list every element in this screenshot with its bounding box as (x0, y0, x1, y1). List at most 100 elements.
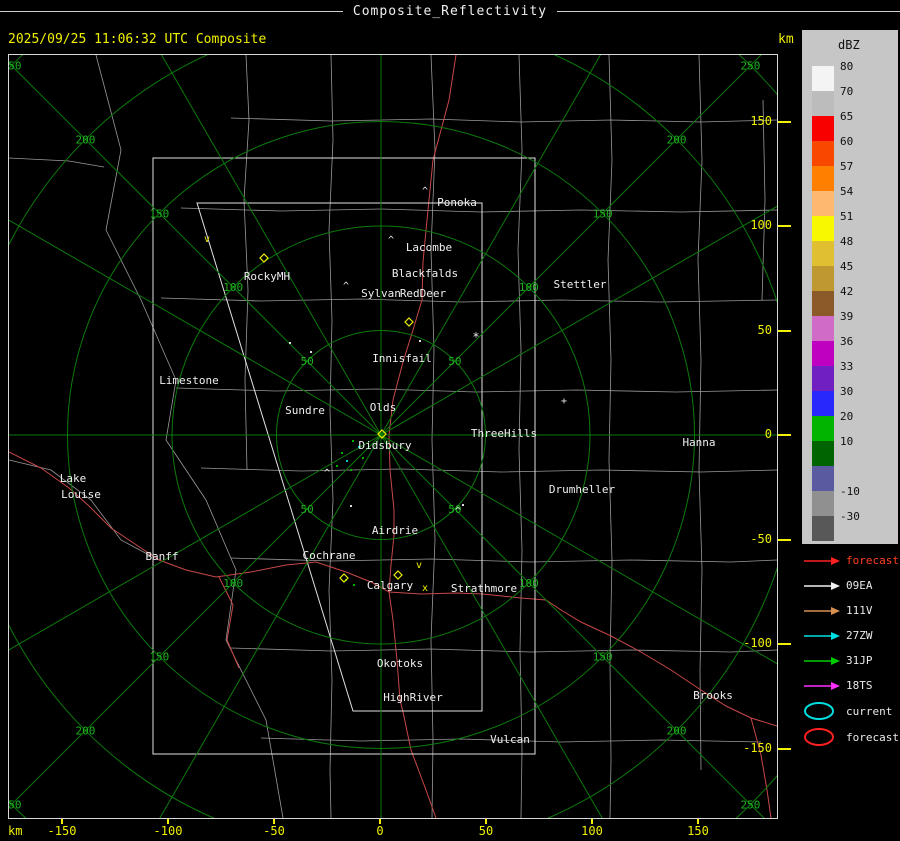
city-label: Olds (370, 401, 397, 414)
echo-pixel (341, 452, 343, 454)
bottom-axis-tick-label: 100 (567, 824, 617, 838)
colorbar-row: 10 (802, 441, 898, 466)
ring-distance-label: 250 (741, 60, 761, 73)
timestamp-label: 2025/09/25 11:06:32 UTC Composite (8, 32, 266, 47)
track-arrow-icon (802, 580, 842, 592)
colorbar-swatch (812, 191, 834, 216)
colorbar-swatch (812, 291, 834, 316)
bottom-axis-tick-label: -150 (37, 824, 87, 838)
caret-marker-icon: ^ (388, 235, 394, 246)
track-arrow-icon (802, 680, 842, 692)
echo-pixel (336, 465, 338, 467)
ring-distance-label: 100 (519, 281, 539, 294)
vee-marker-icon: v (204, 234, 210, 245)
city-label: Ponoka (437, 196, 477, 209)
colorbar-swatch (812, 166, 834, 191)
station-dot-icon (310, 351, 312, 353)
right-axis-tick (778, 434, 791, 436)
city-label: Okotoks (377, 657, 423, 670)
caret-marker-icon: ^ (343, 281, 349, 292)
city-label: Brooks (693, 689, 733, 702)
city-label: Strathmore (451, 582, 517, 595)
legend-label: 111V (846, 604, 873, 617)
colorbar-value-label: 51 (840, 210, 853, 223)
colorbar-swatch (812, 516, 834, 541)
colorbar-swatch (812, 316, 834, 341)
legend-item: 09EA (802, 573, 900, 598)
legend-label: forecast (846, 554, 899, 567)
title-rule-left (0, 11, 343, 12)
right-axis-tick-label: 50 (700, 323, 772, 337)
colorbar-value-label: 45 (840, 260, 853, 273)
ring-distance-label: 150 (149, 651, 169, 664)
city-label: Innisfail (372, 352, 432, 365)
legend-label: forecast (846, 731, 899, 744)
legend-label: 18TS (846, 679, 873, 692)
ring-distance-label: 100 (223, 577, 243, 590)
storm-ellipse-icon (802, 726, 842, 748)
page-title: Composite_Reflectivity (353, 4, 547, 19)
colorbar-panel: dBZ 80706560575451484542393633302010-10-… (802, 30, 898, 544)
colorbar-value-label: 80 (840, 60, 853, 73)
colorbar-swatch (812, 366, 834, 391)
right-axis-tick-label: -50 (700, 532, 772, 546)
ring-distance-label: 150 (593, 651, 613, 664)
colorbar-value-label: 48 (840, 235, 853, 248)
colorbar-value-label: 33 (840, 360, 853, 373)
city-label: RockyMH (244, 270, 290, 283)
right-axis-unit: km (778, 32, 794, 47)
ring-distance-label: 100 (223, 281, 243, 294)
right-axis-tick-label: -100 (700, 636, 772, 650)
bottom-axis-tick-label: -50 (249, 824, 299, 838)
colorbar-swatch (812, 491, 834, 516)
city-label: Didsbury (359, 439, 412, 452)
right-axis-tick (778, 748, 791, 750)
city-label: Cochrane (303, 549, 356, 562)
ring-distance-label: 200 (667, 725, 687, 738)
radar-map[interactable]: 5050505010010010010015015015015020020020… (8, 54, 778, 819)
city-label: Sylvan (361, 287, 401, 300)
colorbar-swatch (812, 341, 834, 366)
city-label: Lacombe (406, 241, 452, 254)
right-axis-tick (778, 330, 791, 332)
legend-label: 31JP (846, 654, 873, 667)
colorbar-value-label: 10 (840, 435, 853, 448)
legend-item: forecast (802, 548, 900, 573)
ring-distance-label: 50 (300, 355, 313, 368)
colorbar-swatch (812, 241, 834, 266)
diamond-marker-icon (394, 571, 402, 579)
caret-marker-icon: ^ (422, 186, 428, 197)
right-axis-tick (778, 643, 791, 645)
echo-pixel (362, 457, 364, 459)
ring-distance-label: 50 (448, 355, 461, 368)
legend-label: current (846, 705, 892, 718)
bottom-axis-tick-label: 150 (673, 824, 723, 838)
legend-item: forecast (802, 724, 900, 750)
city-label: Drumheller (549, 483, 616, 496)
city-label: ThreeHills (471, 427, 537, 440)
colorbar-value-label: 36 (840, 335, 853, 348)
city-label: Vulcan (490, 733, 530, 746)
colorbar-value-label: 20 (840, 410, 853, 423)
city-label: Lake (60, 472, 87, 485)
ring-distance-label: 150 (149, 207, 169, 220)
city-label: Louise (61, 488, 101, 501)
ring-distance-label: 100 (519, 577, 539, 590)
bottom-axis-tick-label: -100 (143, 824, 193, 838)
ring-distance-label: 250 (9, 798, 21, 811)
caret-marker-icon: ^ (324, 468, 330, 479)
city-label: HighRiver (383, 691, 443, 704)
caret-marker-icon: ^ (455, 506, 461, 517)
legend-panel: forecast 09EA 111V 27ZW 31JP 18TS current forec… (802, 548, 900, 750)
right-axis-tick (778, 539, 791, 541)
colorbar-title: dBZ (802, 30, 898, 58)
vee-marker-icon: v (416, 560, 422, 571)
bottom-axis-tick-label: 0 (355, 824, 405, 838)
colorbar-swatch (812, 216, 834, 241)
city-label: RedDeer (400, 287, 447, 300)
plus-marker-icon: + (561, 396, 567, 407)
colorbar-value-label: 60 (840, 135, 853, 148)
legend-label: 27ZW (846, 629, 873, 642)
colorbar-swatch (812, 266, 834, 291)
city-label: Calgary (367, 579, 414, 592)
